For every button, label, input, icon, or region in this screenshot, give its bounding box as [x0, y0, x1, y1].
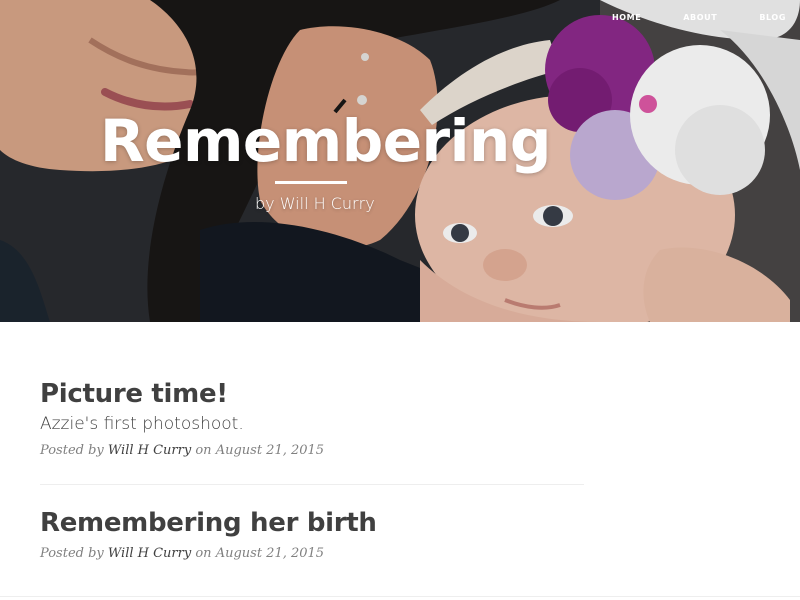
- post-date: on August 21, 2015: [195, 443, 325, 458]
- top-nav: HOME ABOUT BLOG: [598, 13, 800, 27]
- site-heading: Remembering: [100, 107, 551, 175]
- author-link[interactable]: Will H Curry: [108, 443, 191, 458]
- nav-about-link[interactable]: ABOUT: [669, 13, 745, 27]
- post-date: on August 21, 2015: [195, 546, 325, 561]
- post-subtitle[interactable]: Azzie's first photoshoot.: [40, 412, 584, 436]
- nav-home-link[interactable]: HOME: [598, 13, 669, 27]
- post-title-link[interactable]: Remembering her birth: [40, 507, 584, 539]
- post-meta: Posted by Will H Curry on August 21, 201…: [40, 442, 584, 460]
- list-bottom-divider: [0, 596, 800, 597]
- post-title-link[interactable]: Picture time!: [40, 378, 584, 410]
- hero-banner: HOME ABOUT BLOG Remembering by Will H Cu…: [0, 0, 800, 322]
- post-list: Picture time! Azzie's first photoshoot. …: [40, 378, 584, 563]
- posted-by-label: Posted by: [40, 546, 104, 561]
- site-subheading: by Will H Curry: [255, 194, 375, 213]
- post-meta: Posted by Will H Curry on August 21, 201…: [40, 545, 584, 563]
- author-link[interactable]: Will H Curry: [108, 546, 191, 561]
- post-divider: [40, 484, 584, 485]
- post-preview[interactable]: Picture time! Azzie's first photoshoot. …: [40, 378, 584, 460]
- heading-divider: [275, 181, 347, 184]
- nav-blog-link[interactable]: BLOG: [745, 13, 800, 27]
- posted-by-label: Posted by: [40, 443, 104, 458]
- post-preview[interactable]: Remembering her birth Posted by Will H C…: [40, 507, 584, 563]
